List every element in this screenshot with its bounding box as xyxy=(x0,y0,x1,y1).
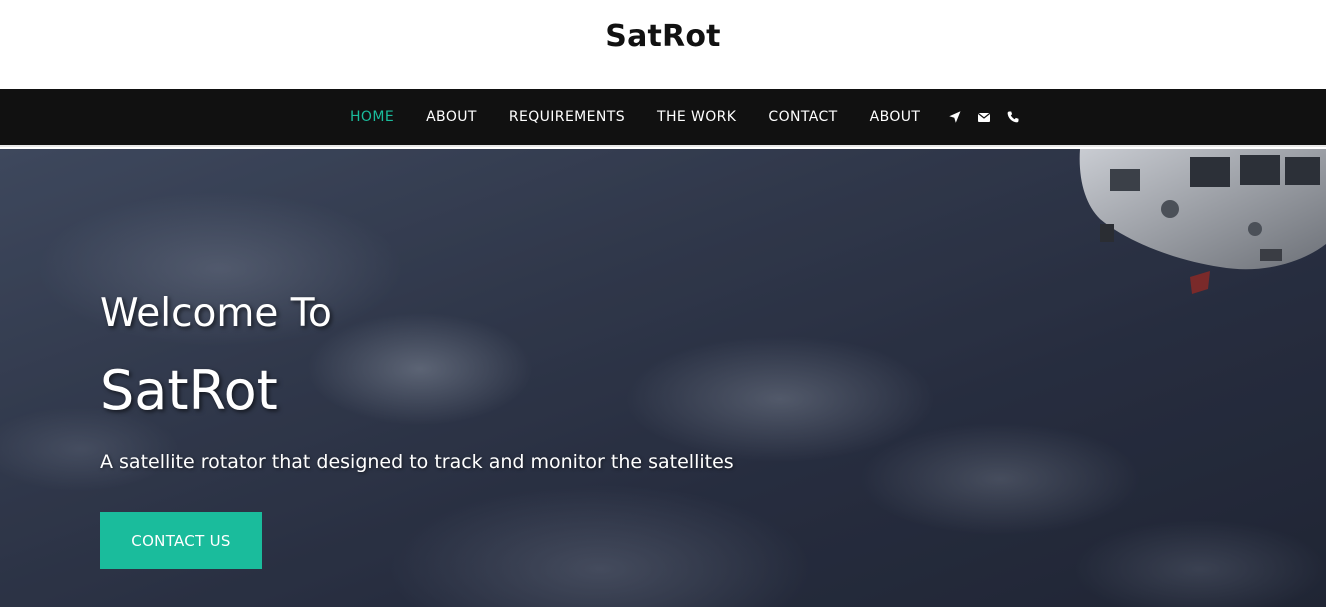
phone-icon[interactable] xyxy=(1006,110,1020,124)
nav-item-requirements[interactable]: REQUIREMENTS xyxy=(509,109,625,125)
nav-item-about[interactable]: ABOUT xyxy=(426,109,477,125)
space-station-image xyxy=(1079,149,1326,294)
nav-icon-group xyxy=(948,110,1035,124)
hero-brand-heading: SatRot xyxy=(100,359,278,422)
nav-item-about-2[interactable]: ABOUT xyxy=(870,109,921,125)
nav-item-the-work[interactable]: THE WORK xyxy=(657,109,736,125)
nav-menu: HOME ABOUT REQUIREMENTS THE WORK CONTACT… xyxy=(334,89,1035,145)
location-arrow-icon[interactable] xyxy=(948,110,962,124)
main-navbar: HOME ABOUT REQUIREMENTS THE WORK CONTACT… xyxy=(0,89,1326,147)
nav-item-home[interactable]: HOME xyxy=(350,109,394,125)
contact-us-button[interactable]: CONTACT US xyxy=(100,512,262,569)
nav-item-contact[interactable]: CONTACT xyxy=(768,109,837,125)
site-title[interactable]: SatRot xyxy=(0,19,1326,54)
hero-welcome-heading: Welcome To xyxy=(100,291,332,336)
site-header: SatRot xyxy=(0,0,1326,89)
hero-tagline: A satellite rotator that designed to tra… xyxy=(100,451,734,473)
hero-banner: Welcome To SatRot A satellite rotator th… xyxy=(0,149,1326,607)
envelope-icon[interactable] xyxy=(977,110,991,124)
